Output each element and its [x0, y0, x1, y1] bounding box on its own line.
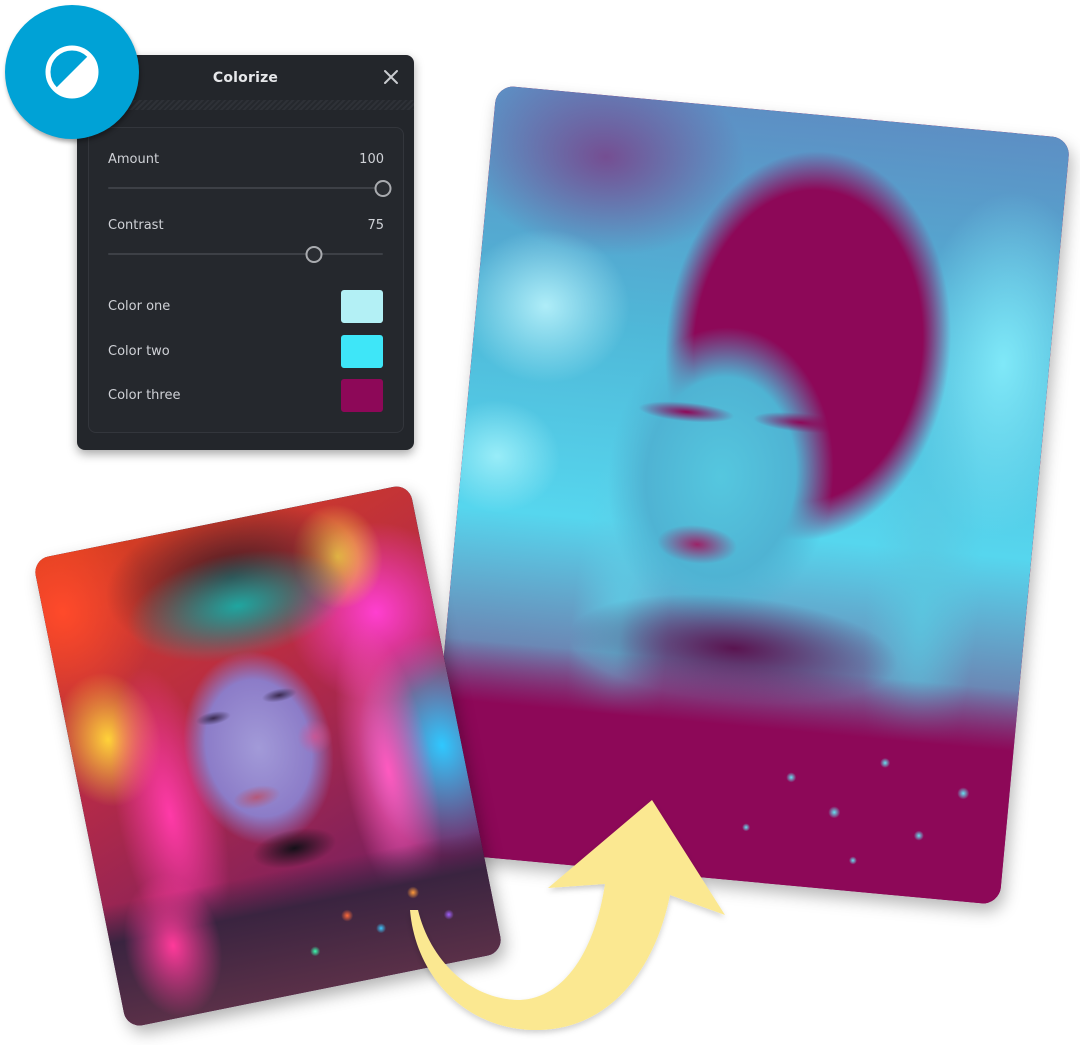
colorize-panel: Colorize Amount 100 Contrast 75 Color on…	[77, 55, 414, 450]
settings-box: Amount 100 Contrast 75 Color one Color t…	[88, 127, 404, 433]
arrow-shape	[410, 800, 725, 1031]
photo-jacket	[425, 85, 1071, 905]
color-three-swatch[interactable]	[341, 379, 383, 412]
contrast-slider[interactable]	[108, 246, 383, 263]
amount-slider[interactable]	[108, 180, 392, 197]
contrast-value: 75	[367, 218, 384, 233]
close-icon[interactable]	[382, 68, 400, 86]
slider-thumb[interactable]	[305, 246, 323, 263]
amount-label: Amount	[108, 152, 160, 167]
contrast-label: Contrast	[108, 218, 164, 233]
colorize-badge	[5, 5, 139, 139]
color-one-label: Color one	[108, 299, 171, 314]
panel-title: Colorize	[212, 69, 279, 86]
color-two-swatch[interactable]	[341, 335, 383, 368]
colorized-photo	[425, 85, 1071, 905]
contrast-half-circle-icon	[45, 45, 99, 99]
amount-value: 100	[359, 152, 384, 167]
color-three-label: Color three	[108, 388, 181, 403]
slider-thumb[interactable]	[374, 180, 392, 197]
curved-arrow-icon	[410, 800, 725, 1031]
slider-track	[108, 187, 383, 189]
slider-track	[108, 253, 383, 255]
color-one-swatch[interactable]	[341, 290, 383, 323]
color-two-label: Color two	[108, 344, 170, 359]
